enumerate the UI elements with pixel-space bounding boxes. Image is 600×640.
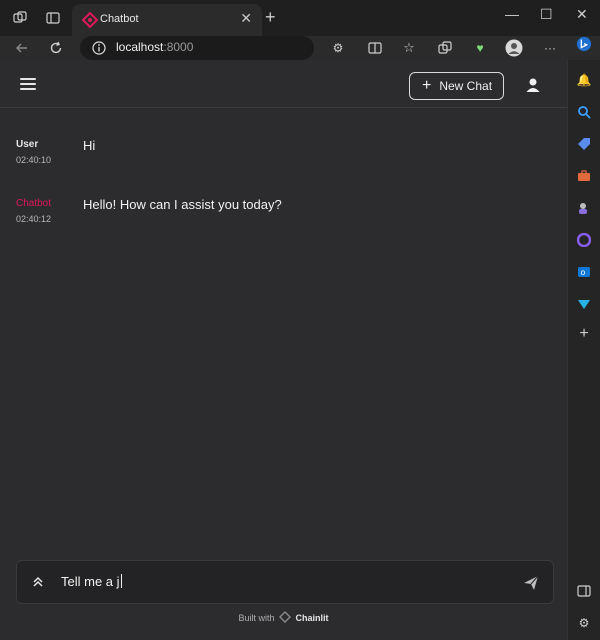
browser-titlebar: Chatbot ✕ + — ☐ ✕ [0, 0, 600, 36]
chat-input[interactable]: Tell me a j [61, 574, 122, 589]
message-user: User 02:40:10 Hi [16, 138, 95, 165]
message-time: 02:40:10 [16, 155, 52, 165]
footer: Built with Chainlit [0, 611, 567, 625]
message-time: 02:40:12 [16, 214, 52, 224]
chainlit-favicon [81, 11, 99, 29]
url-host: localhost [116, 40, 164, 54]
chat-input-value: Tell me a j [61, 574, 120, 589]
expand-icon[interactable] [31, 575, 45, 589]
svg-text:o: o [581, 268, 586, 277]
close-tab-icon[interactable]: ✕ [240, 10, 252, 27]
settings-icon[interactable]: ⚙ [576, 615, 592, 631]
message-author: User [16, 139, 39, 150]
footer-brand[interactable]: Chainlit [296, 613, 329, 623]
url-text: localhost:8000 [116, 40, 193, 54]
edge-sidebar: 🔔 o + ⚙ [567, 36, 600, 640]
outlook-icon[interactable]: o [576, 264, 592, 280]
minimize-icon[interactable]: — [505, 6, 519, 22]
search-icon[interactable] [576, 104, 592, 120]
collections-icon[interactable] [436, 39, 454, 57]
new-chat-button[interactable]: + New Chat [409, 72, 504, 100]
tools-icon[interactable] [576, 168, 592, 184]
address-bar[interactable]: localhost:8000 [80, 36, 314, 60]
tab-chatbot[interactable]: Chatbot ✕ [72, 4, 262, 36]
footer-prefix: Built with [238, 613, 275, 623]
send-icon[interactable] [523, 575, 539, 591]
chainlit-logo-icon [279, 611, 291, 625]
new-tab-icon[interactable]: + [265, 7, 276, 28]
window-close-icon[interactable]: ✕ [576, 6, 588, 23]
profile-avatar[interactable] [505, 39, 523, 57]
health-icon[interactable]: ♥ [471, 39, 489, 57]
split-screen-icon[interactable] [366, 39, 384, 57]
chat-app: + New Chat User 02:40:10 Hi Chatbot 02:4… [0, 60, 567, 640]
hide-sidebar-icon[interactable] [576, 583, 592, 599]
workspaces-icon[interactable] [11, 9, 29, 27]
maximize-icon[interactable]: ☐ [540, 6, 553, 23]
extensions-icon[interactable]: ⚙ [329, 39, 347, 57]
chat-input-bar: Tell me a j [16, 560, 554, 604]
text-caret [120, 574, 122, 588]
message-author: Chatbot [16, 198, 52, 209]
message-chatbot: Chatbot 02:40:12 Hello! How can I assist… [16, 197, 282, 224]
add-sidebar-icon[interactable]: + [576, 325, 592, 342]
user-icon[interactable] [525, 77, 541, 93]
plus-icon: + [422, 77, 432, 94]
refresh-icon[interactable] [47, 39, 65, 57]
notifications-icon[interactable]: 🔔 [576, 72, 592, 88]
tab-title: Chatbot [100, 13, 139, 25]
message-content: Hi [83, 138, 96, 153]
new-chat-label: New Chat [439, 79, 493, 93]
favorites-icon[interactable]: ☆ [400, 39, 418, 57]
menu-icon[interactable] [20, 78, 36, 92]
drop-icon[interactable] [576, 296, 592, 312]
app-header: + New Chat [0, 60, 567, 108]
info-icon[interactable] [92, 41, 106, 55]
shopping-tag-icon[interactable] [576, 136, 592, 152]
back-icon[interactable] [13, 39, 31, 57]
more-icon[interactable]: ··· [541, 39, 559, 57]
games-icon[interactable] [576, 200, 592, 216]
bing-icon[interactable] [576, 36, 592, 52]
copilot-icon[interactable] [576, 232, 592, 248]
tab-actions-icon[interactable] [44, 9, 62, 27]
url-port: :8000 [163, 40, 194, 54]
message-content: Hello! How can I assist you today? [83, 197, 282, 212]
